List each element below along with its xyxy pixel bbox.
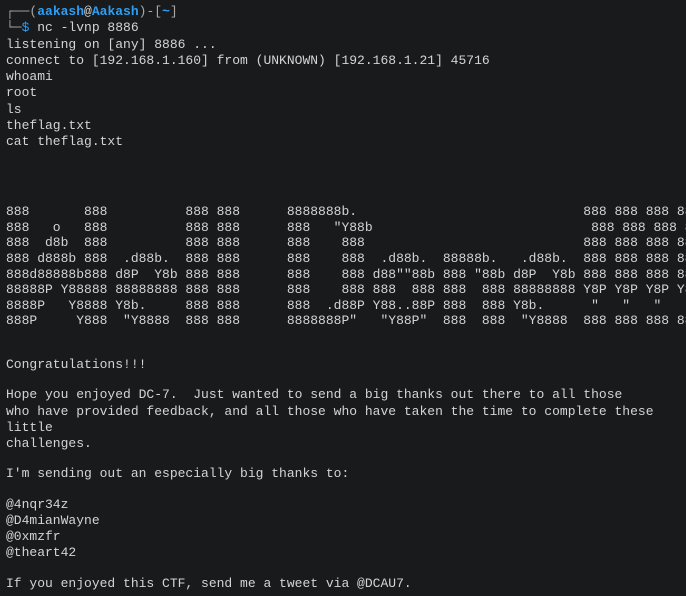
- spacer-6: [6, 483, 680, 497]
- spacer-3b: [6, 343, 680, 357]
- footer-line: If you enjoyed this CTF, send me a tweet…: [6, 576, 680, 592]
- ascii-line-1: 888 888 888 888 8888888b. 888 888 888 88…: [6, 204, 680, 220]
- spacer-7: [6, 562, 680, 576]
- out-ls: theflag.txt: [6, 118, 680, 134]
- command-input[interactable]: nc -lvnp 8886: [29, 20, 138, 35]
- msg-line-1: Hope you enjoyed DC-7. Just wanted to se…: [6, 387, 680, 403]
- spacer-2: [6, 164, 680, 204]
- handle-3: @0xmzfr: [6, 529, 680, 545]
- ascii-line-6: 88888P Y88888 88888888 888 888 888 888 8…: [6, 282, 680, 298]
- prompt-open: ┌──(: [6, 4, 37, 19]
- ascii-line-8: 888P Y888 "Y8888 888 888 8888888P" "Y88P…: [6, 313, 680, 329]
- ascii-line-4: 888 d888b 888 .d88b. 888 888 888 888 .d8…: [6, 251, 680, 267]
- prompt-close: )-[: [139, 4, 162, 19]
- spacer-3: [6, 329, 680, 343]
- ascii-line-2: 888 o 888 888 888 888 "Y88b 888 888 888 …: [6, 220, 680, 236]
- prompt-line-2[interactable]: └─$ nc -lvnp 8886: [6, 20, 680, 36]
- ascii-line-5: 888d88888b888 d8P Y8b 888 888 888 888 d8…: [6, 267, 680, 283]
- prompt-user: aakash: [37, 4, 84, 19]
- spacer: [6, 150, 680, 164]
- msg-line-3: challenges.: [6, 436, 680, 452]
- ascii-line-7: 8888P Y8888 Y8b. 888 888 888 .d88P Y88..…: [6, 298, 680, 314]
- cmd-whoami: whoami: [6, 69, 680, 85]
- output-listening: listening on [any] 8886 ...: [6, 37, 680, 53]
- prompt-host: Aakash: [92, 4, 139, 19]
- prompt-path: ~: [162, 4, 170, 19]
- cmd-ls: ls: [6, 102, 680, 118]
- out-whoami: root: [6, 85, 680, 101]
- msg-line-2: who have provided feedback, and all thos…: [6, 404, 680, 437]
- cmd-cat: cat theflag.txt: [6, 134, 680, 150]
- thanks-line: I'm sending out an especially big thanks…: [6, 466, 680, 482]
- handle-2: @D4mianWayne: [6, 513, 680, 529]
- prompt-line-1: ┌──(aakash@Aakash)-[~]: [6, 4, 680, 20]
- prompt-end: ]: [170, 4, 178, 19]
- handle-4: @theart42: [6, 545, 680, 561]
- spacer-4: [6, 373, 680, 387]
- prompt-at: @: [84, 4, 92, 19]
- congrats-line: Congratulations!!!: [6, 357, 680, 373]
- spacer-5: [6, 452, 680, 466]
- prompt-l2-prefix: └─: [6, 20, 22, 35]
- ascii-line-3: 888 d8b 888 888 888 888 888 888 888 888 …: [6, 235, 680, 251]
- handle-1: @4nqr34z: [6, 497, 680, 513]
- output-connect: connect to [192.168.1.160] from (UNKNOWN…: [6, 53, 680, 69]
